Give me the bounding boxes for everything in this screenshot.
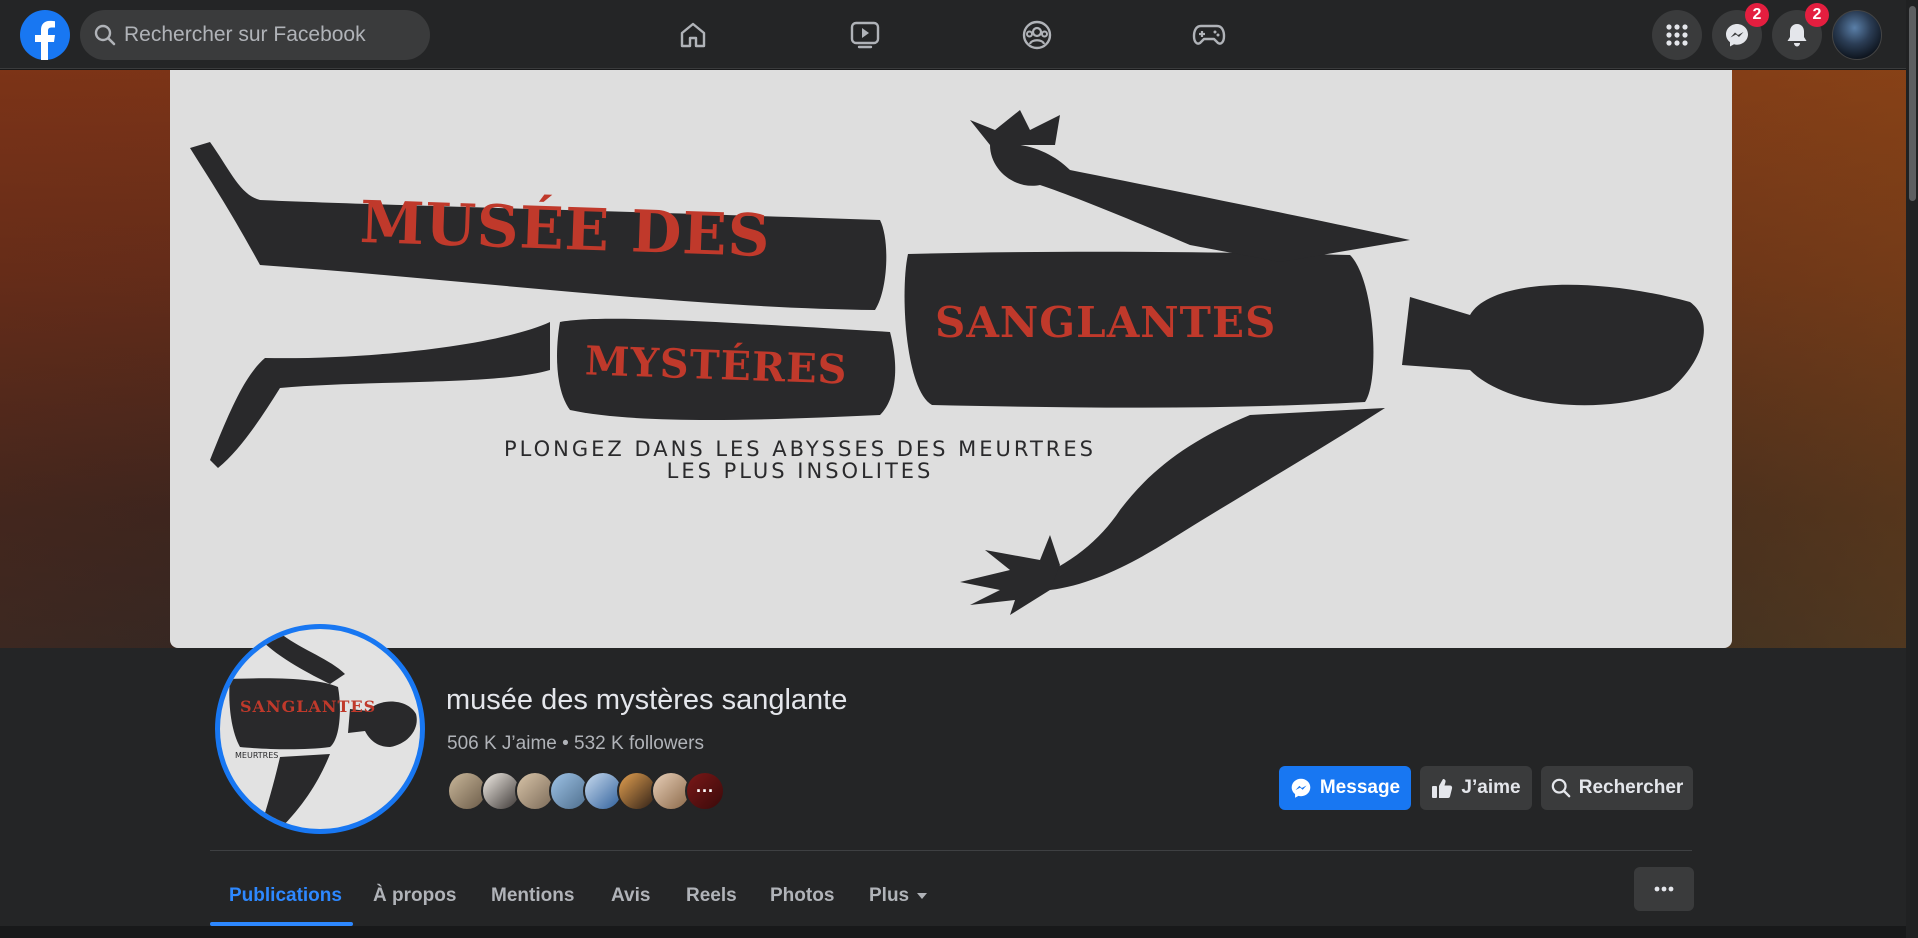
- messenger-badge: 2: [1745, 3, 1769, 27]
- thumbs-up-icon: [1432, 779, 1453, 798]
- cover-tagline-line2: LES PLUS INSOLITES: [666, 459, 934, 483]
- search-page-button-label: Rechercher: [1578, 777, 1684, 798]
- page-options-button[interactable]: [1634, 867, 1694, 911]
- search-bar[interactable]: [80, 10, 430, 60]
- search-icon: [94, 24, 116, 51]
- tab-photos[interactable]: Photos: [770, 866, 834, 926]
- tab-more[interactable]: Plus: [869, 866, 929, 926]
- tab-reviews[interactable]: Avis: [611, 866, 650, 926]
- cover-silhouette-art: [190, 110, 1704, 615]
- search-input[interactable]: [124, 10, 414, 60]
- groups-icon: [1022, 20, 1052, 50]
- tab-publications[interactable]: Publications: [229, 866, 342, 926]
- caret-down-icon: [917, 893, 928, 899]
- search-page-button[interactable]: Rechercher: [1541, 766, 1693, 810]
- content-area-edge: [0, 926, 1906, 938]
- cover-title-line2: MYSTÉRES: [584, 337, 849, 394]
- tab-about[interactable]: À propos: [373, 866, 456, 926]
- search-icon: [1551, 778, 1571, 798]
- nav-gaming-button[interactable]: [1159, 8, 1259, 62]
- profile-picture[interactable]: SANGLANTES MEURTRES: [215, 624, 425, 834]
- notifications-button[interactable]: 2: [1772, 3, 1829, 60]
- facebook-logo-icon[interactable]: [20, 10, 70, 60]
- messenger-icon: [1291, 778, 1311, 798]
- page-name: musée des mystères sanglante: [446, 684, 848, 716]
- page-stats[interactable]: 506 K J’aime • 532 K followers: [447, 733, 704, 755]
- home-icon: [680, 22, 706, 48]
- grid-menu-icon: [1666, 24, 1688, 46]
- notifications-badge: 2: [1805, 3, 1829, 27]
- like-button[interactable]: J’aime: [1420, 766, 1532, 810]
- cover-tagline: PLONGEZ DANS LES ABYSSES DES MEURTRES LE…: [330, 438, 1270, 482]
- tab-more-label: Plus: [869, 885, 910, 906]
- more-followers-button[interactable]: ···: [685, 771, 725, 811]
- account-avatar[interactable]: [1832, 10, 1882, 60]
- gaming-icon: [1192, 24, 1226, 45]
- message-button[interactable]: Message: [1279, 766, 1411, 810]
- watch-icon: [850, 21, 880, 49]
- nav-watch-button[interactable]: [815, 8, 915, 62]
- cover-title-line1: MUSÉE DES: [358, 187, 772, 271]
- nav-home-button[interactable]: [643, 8, 743, 62]
- message-button-label: Message: [1319, 777, 1401, 798]
- profile-picture-subtext: MEURTRES: [235, 751, 279, 760]
- cover-title-line3: SANGLANTES: [935, 298, 1277, 347]
- cover-photo[interactable]: MUSÉE DES MYSTÉRES SANGLANTES PLONGEZ DA…: [170, 70, 1732, 648]
- tab-mentions[interactable]: Mentions: [491, 866, 574, 926]
- nav-groups-button[interactable]: [987, 8, 1087, 62]
- cover-tagline-line1: PLONGEZ DANS LES ABYSSES DES MEURTRES: [504, 437, 1096, 461]
- more-followers-label: ···: [696, 780, 714, 801]
- messenger-icon: [1726, 24, 1748, 47]
- scrollbar-thumb[interactable]: [1909, 6, 1916, 201]
- like-button-label: J’aime: [1461, 777, 1521, 798]
- menu-button[interactable]: [1652, 10, 1702, 60]
- profile-silhouette-art: [229, 633, 417, 829]
- bell-icon: [1787, 24, 1807, 47]
- tab-reels[interactable]: Reels: [686, 866, 737, 926]
- profile-divider: [210, 850, 1692, 851]
- top-navigation-bar: 2 2: [0, 0, 1906, 69]
- ellipsis-icon: [1654, 886, 1674, 892]
- messenger-button[interactable]: 2: [1712, 3, 1769, 60]
- profile-picture-text: SANGLANTES: [240, 697, 377, 716]
